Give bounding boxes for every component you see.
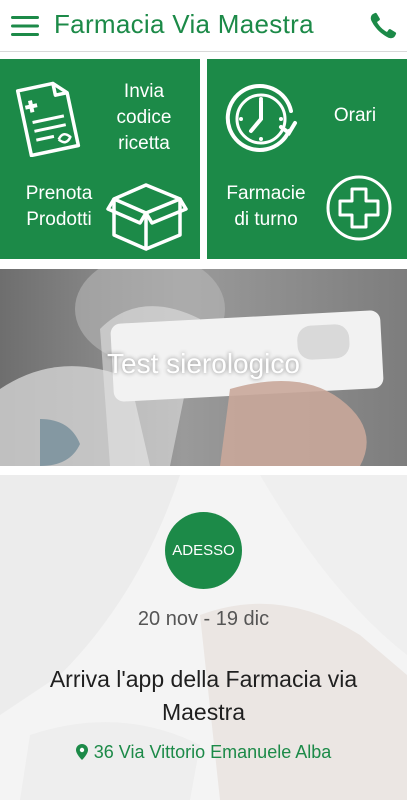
now-badge: ADESSO bbox=[165, 512, 242, 589]
tile-on-duty-label[interactable]: Farmacie di turno bbox=[213, 181, 319, 233]
event-dates: 20 nov - 19 dic bbox=[137, 608, 270, 630]
banner-caption: Test sierologico bbox=[107, 348, 300, 379]
serology-test-banner[interactable]: Test sierologico bbox=[0, 269, 407, 466]
tile-left-panel: Invia codice ricetta Prenota Prodotti bbox=[0, 59, 200, 259]
header-divider bbox=[0, 51, 407, 52]
location-pin-icon bbox=[75, 744, 88, 760]
event-title: Arriva l'app della Farmacia via Maestra bbox=[49, 666, 358, 725]
app-title: Farmacia Via Maestra bbox=[54, 9, 314, 39]
tile-hours-label[interactable]: Orari bbox=[319, 103, 391, 129]
tile-reserve-label[interactable]: Prenota Prodotti bbox=[12, 181, 106, 233]
tile-prescription-label[interactable]: Invia codice ricetta bbox=[96, 79, 192, 157]
tile-right-panel: Orari Farmacie di turno bbox=[207, 59, 407, 259]
app-header: Farmacia Via Maestra bbox=[0, 0, 407, 52]
box-icon[interactable] bbox=[106, 177, 188, 255]
event-address[interactable]: 36 Via Vittorio Emanuele Alba bbox=[0, 742, 407, 763]
event-address-text: 36 Via Vittorio Emanuele Alba bbox=[93, 742, 332, 762]
pharmacy-cross-icon[interactable] bbox=[324, 173, 394, 243]
phone-icon[interactable] bbox=[367, 10, 399, 42]
hamburger-menu-icon[interactable] bbox=[10, 12, 40, 40]
prescription-document-icon[interactable] bbox=[10, 79, 88, 157]
clock-icon[interactable] bbox=[221, 79, 301, 159]
